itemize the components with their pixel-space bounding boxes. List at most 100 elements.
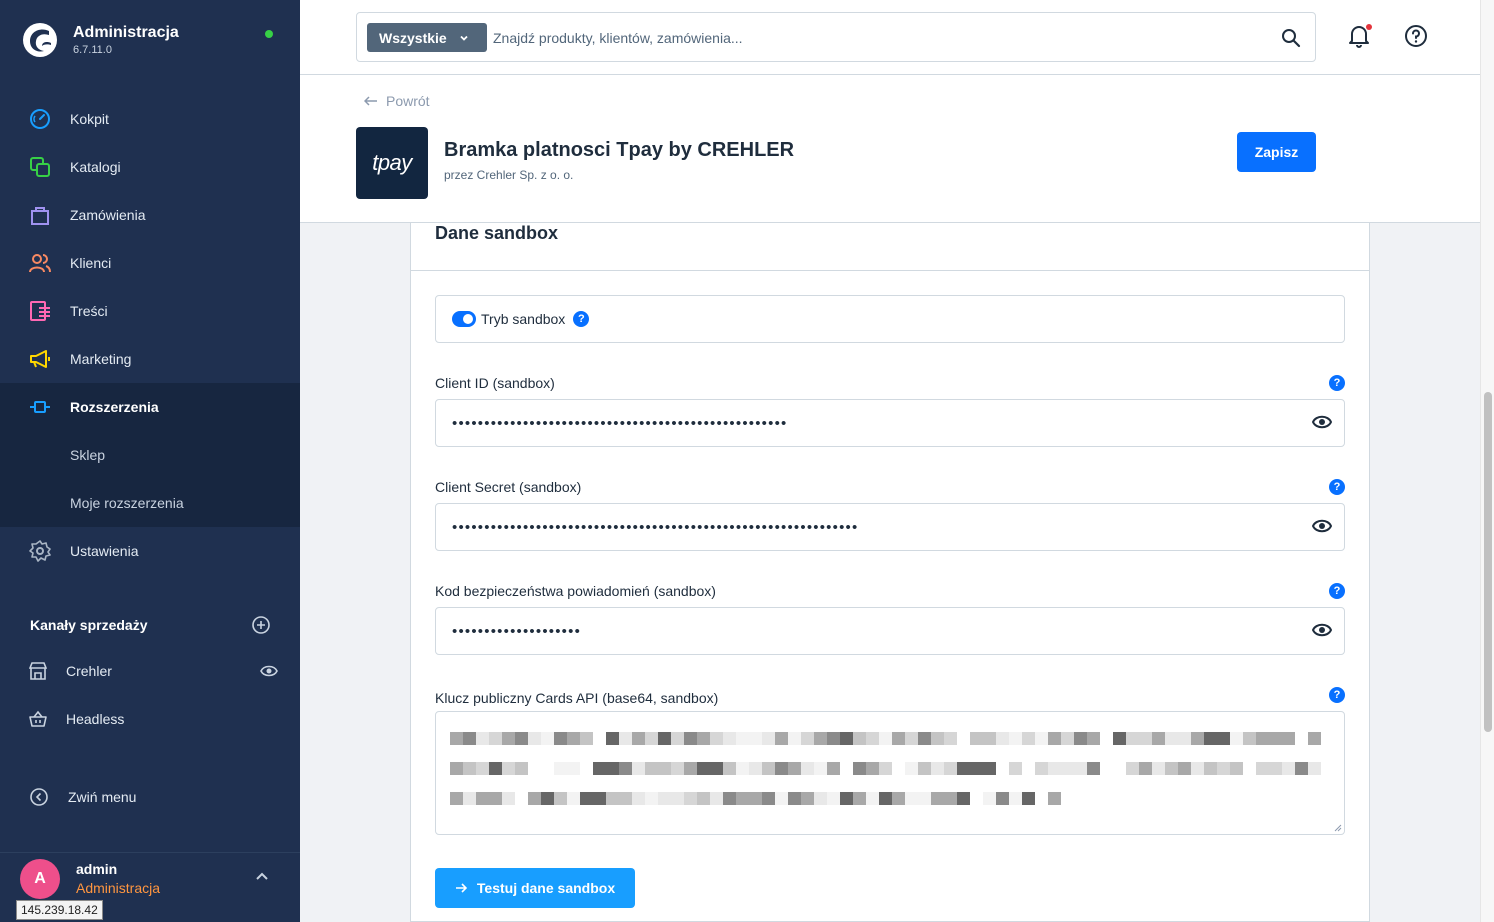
nav-item-extensions[interactable]: Rozszerzenia bbox=[0, 383, 300, 431]
eye-icon[interactable] bbox=[260, 665, 278, 677]
help-icon[interactable]: ? bbox=[1329, 583, 1345, 599]
pixel-block bbox=[736, 762, 749, 775]
brand[interactable]: Administracja 6.7.11.0 bbox=[22, 22, 179, 58]
nav-label: Kokpit bbox=[70, 111, 109, 127]
search-type-select[interactable]: Wszystkie bbox=[367, 23, 487, 52]
pixel-block bbox=[775, 762, 788, 775]
pixel-block bbox=[1087, 732, 1100, 745]
pixel-block bbox=[710, 792, 723, 805]
pixel-block bbox=[580, 732, 593, 745]
pixel-block bbox=[931, 792, 944, 805]
pixel-block bbox=[476, 732, 489, 745]
eye-icon[interactable] bbox=[1312, 415, 1332, 429]
eye-icon[interactable] bbox=[1312, 519, 1332, 533]
pixel-block bbox=[463, 792, 476, 805]
help-icon[interactable]: ? bbox=[1329, 687, 1345, 703]
pixel-block bbox=[1152, 762, 1165, 775]
pixel-block bbox=[931, 732, 944, 745]
catalog-icon bbox=[28, 155, 52, 179]
pixel-block bbox=[1048, 762, 1061, 775]
pixel-block bbox=[723, 732, 736, 745]
nav-sub-my-extensions[interactable]: Moje rozszerzenia bbox=[0, 479, 300, 527]
dashboard-icon bbox=[28, 107, 52, 131]
test-sandbox-button[interactable]: Testuj dane sandbox bbox=[435, 868, 635, 908]
nav-item-marketing[interactable]: Marketing bbox=[0, 335, 300, 383]
user-role: Administracja bbox=[76, 880, 161, 896]
pixel-block bbox=[502, 792, 515, 805]
pixel-block bbox=[710, 732, 723, 745]
pixel-block bbox=[450, 732, 463, 745]
pixel-block bbox=[1269, 762, 1282, 775]
pixel-block bbox=[1243, 732, 1256, 745]
customers-icon bbox=[28, 251, 52, 275]
help-icon[interactable]: ? bbox=[573, 311, 590, 327]
search-icon[interactable] bbox=[1281, 28, 1301, 48]
pixel-block bbox=[593, 732, 606, 745]
pixel-block bbox=[502, 762, 515, 775]
pixel-block bbox=[1308, 732, 1321, 745]
pixel-block bbox=[814, 792, 827, 805]
pixel-block bbox=[606, 762, 619, 775]
resize-grip-icon[interactable] bbox=[1334, 824, 1342, 832]
pixel-block bbox=[788, 732, 801, 745]
chevron-left-circle-icon bbox=[30, 788, 48, 806]
nav-item-customers[interactable]: Klienci bbox=[0, 239, 300, 287]
client-id-field[interactable]: ••••••••••••••••••••••••••••••••••••••••… bbox=[435, 399, 1345, 447]
storefront-icon bbox=[28, 661, 48, 681]
help-icon[interactable]: ? bbox=[1329, 375, 1345, 391]
sandbox-switch-field: Tryb sandbox ? bbox=[435, 295, 1345, 343]
sales-channel-crehler[interactable]: Crehler bbox=[28, 656, 278, 686]
pixel-block bbox=[580, 762, 593, 775]
pixel-block bbox=[1087, 762, 1100, 775]
sales-channel-label: Headless bbox=[66, 711, 125, 727]
public-key-textarea[interactable] bbox=[435, 711, 1345, 835]
pixel-block bbox=[1217, 762, 1230, 775]
pixel-block bbox=[788, 792, 801, 805]
add-circle-icon[interactable] bbox=[252, 616, 270, 634]
help-icon[interactable]: ? bbox=[1329, 479, 1345, 495]
nav-label: Katalogi bbox=[70, 159, 121, 175]
pixel-block bbox=[502, 732, 515, 745]
pixel-block bbox=[619, 732, 632, 745]
pixel-block bbox=[1191, 732, 1204, 745]
scrollbar-thumb[interactable] bbox=[1484, 392, 1492, 732]
nav-item-catalogs[interactable]: Katalogi bbox=[0, 143, 300, 191]
help-circle-icon[interactable] bbox=[1404, 24, 1428, 48]
nav-label: Marketing bbox=[70, 351, 132, 367]
pixel-block bbox=[1035, 792, 1048, 805]
sandbox-toggle[interactable] bbox=[452, 311, 476, 327]
back-link[interactable]: Powrót bbox=[364, 93, 430, 109]
sales-channels-title: Kanały sprzedaży bbox=[30, 617, 148, 633]
pixel-block bbox=[892, 792, 905, 805]
pixel-block bbox=[567, 792, 580, 805]
nav-item-orders[interactable]: Zamówienia bbox=[0, 191, 300, 239]
search-input[interactable] bbox=[493, 23, 1253, 52]
shopware-logo-icon bbox=[23, 23, 57, 57]
pixel-block bbox=[827, 732, 840, 745]
nav-item-dashboard[interactable]: Kokpit bbox=[0, 95, 300, 143]
nav-sub-store[interactable]: Sklep bbox=[0, 431, 300, 479]
pixel-block bbox=[528, 762, 541, 775]
sales-channels-header: Kanały sprzedaży bbox=[30, 616, 270, 634]
pixel-block bbox=[853, 792, 866, 805]
client-secret-field[interactable]: ••••••••••••••••••••••••••••••••••••••••… bbox=[435, 503, 1345, 551]
pixel-block bbox=[840, 792, 853, 805]
pixel-block bbox=[554, 732, 567, 745]
nav-item-content[interactable]: Treści bbox=[0, 287, 300, 335]
chevron-up-icon[interactable] bbox=[255, 869, 269, 883]
save-button[interactable]: Zapisz bbox=[1237, 132, 1316, 172]
pixel-block bbox=[1100, 732, 1113, 745]
eye-icon[interactable] bbox=[1312, 623, 1332, 637]
notification-dot bbox=[1366, 24, 1372, 30]
pixelated-row bbox=[450, 762, 1330, 775]
nav-item-settings[interactable]: Ustawienia bbox=[0, 527, 300, 575]
scrollbar[interactable] bbox=[1480, 0, 1494, 922]
nav-label: Rozszerzenia bbox=[70, 399, 159, 415]
collapse-menu-button[interactable]: Zwiń menu bbox=[30, 788, 136, 806]
notification-code-field[interactable]: •••••••••••••••••••• bbox=[435, 607, 1345, 655]
pixel-block bbox=[619, 792, 632, 805]
pixel-block bbox=[814, 732, 827, 745]
pixel-block bbox=[1217, 732, 1230, 745]
sales-channel-headless[interactable]: Headless bbox=[28, 704, 278, 734]
pixel-block bbox=[866, 762, 879, 775]
